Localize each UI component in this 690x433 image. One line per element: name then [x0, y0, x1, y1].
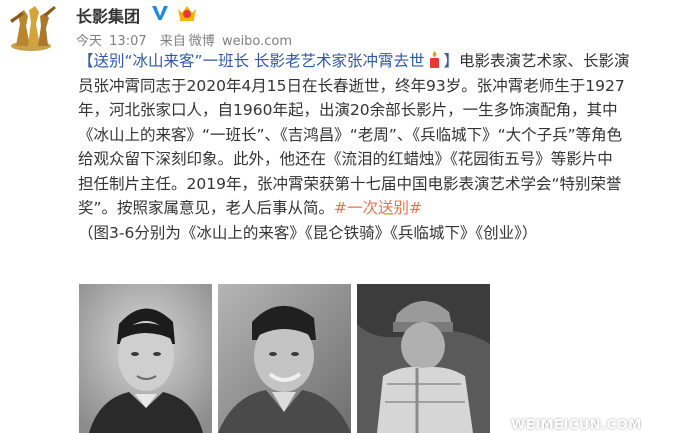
post-line-text: 奖”。按照家属意见，老人后事从简。 — [78, 199, 335, 217]
member-badge-icon[interactable] — [176, 4, 198, 22]
post-line: 年，河北张家口人，自1960年起，出演20余部长影片，一生多饰演配角，其中 — [78, 101, 618, 119]
photo-thumbnail[interactable] — [357, 284, 490, 433]
photo-thumbnail[interactable] — [218, 284, 351, 433]
account-name[interactable]: 长影集团 — [76, 3, 140, 27]
title-bracket-close: 】 — [443, 52, 460, 70]
watermark-text: WEIMEICUN.COM — [511, 418, 642, 433]
post-line-text: 电影表演艺术家、长影演 — [459, 52, 630, 70]
post-meta: 今天 13:07 来自 微博 weibo.com — [76, 30, 295, 49]
candle-emoji-icon — [426, 50, 443, 69]
post-time[interactable]: 13:07 — [109, 34, 146, 49]
photo-thumbnail[interactable] — [79, 284, 212, 433]
post-line: （图3-6分别为《冰山上的来客》《昆仑铁骑》《兵临城下》《创业》） — [78, 223, 538, 242]
account-avatar[interactable] — [4, 2, 58, 52]
verified-v-icon — [151, 4, 169, 22]
hashtag-link[interactable]: #一次送别# — [334, 199, 422, 217]
source-name[interactable]: 微博 — [189, 34, 215, 49]
source-prefix: 来自 — [159, 34, 186, 49]
post-title: 送别“冰山来客”一班长 长影老艺术家张冲霄去世 — [93, 52, 425, 70]
title-bracket-open: 【 — [78, 52, 94, 70]
post-line: 奖”。按照家属意见，老人后事从简。#一次送别# — [78, 196, 686, 221]
post-date[interactable]: 今天 — [76, 34, 102, 49]
post-line: 《冰山上的来客》“一班长”、《吉鸿昌》“老周”、《兵临城下》“大个子兵”等角色 — [78, 125, 623, 144]
post-body: 【送别“冰山来客”一班长 长影老艺术家张冲霄去世 】电影表演艺术家、长影演 员张冲… — [78, 49, 686, 245]
source-domain[interactable]: weibo.com — [222, 34, 292, 49]
post-line: 担任制片主任。2019年，张冲霄荣获第十七届中国电影表演艺术学会“特别荣誉 — [78, 174, 622, 193]
post-line: 员张冲霄同志于2020年4月15日在长春逝世，终年93岁。张冲霄老师生于1927 — [78, 76, 625, 95]
post-line: 【送别“冰山来客”一班长 长影老艺术家张冲霄去世 】电影表演艺术家、长影演 — [78, 49, 686, 74]
post-line: 给观众留下深刻印象。此外，他还在《流泪的红蜡烛》《花园街五号》等影片中 — [78, 150, 613, 168]
